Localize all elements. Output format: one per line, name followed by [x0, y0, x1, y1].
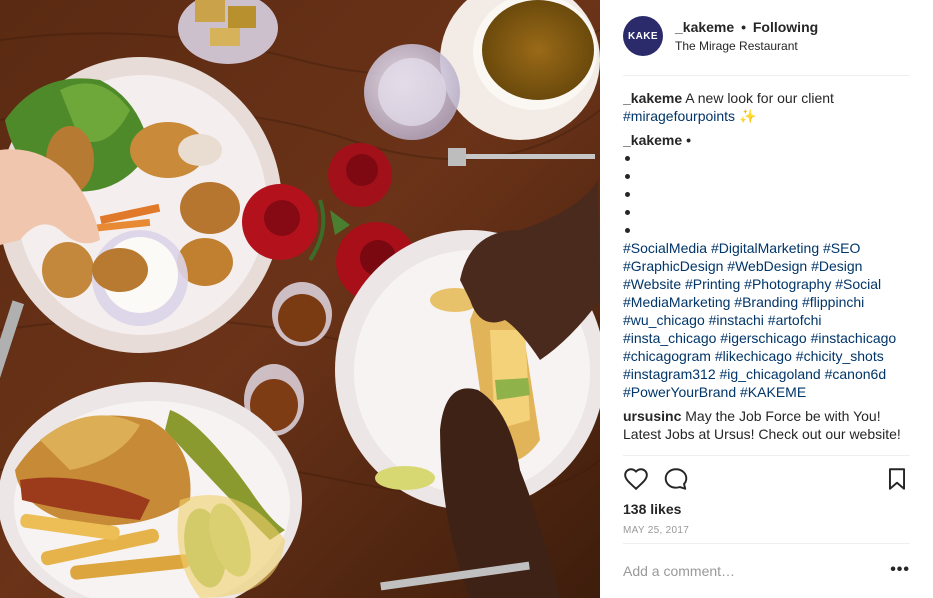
hashtag-link[interactable]: #igerschicago [720, 330, 806, 346]
header-title: _kakeme • Following [675, 19, 818, 35]
bullet-list [623, 149, 915, 239]
hashtag-link[interactable]: #instachicago [811, 330, 897, 346]
hashtag-link[interactable]: #ig_chicagoland [720, 366, 821, 382]
bookmark-icon[interactable] [884, 466, 910, 492]
hashtag-link[interactable]: #wu_chicago [623, 312, 705, 328]
bullet-item [623, 203, 915, 221]
hashtag-link[interactable]: #DigitalMarketing [711, 240, 819, 256]
hashtag-link[interactable]: #SEO [823, 240, 860, 256]
food-photo [0, 0, 600, 598]
header-separator: • [741, 19, 746, 35]
hashtag-link[interactable]: #Photography [744, 276, 831, 292]
comments-list[interactable]: _kakeme A new look for our client #mirag… [623, 89, 915, 455]
bullet-item [623, 185, 915, 203]
comment-input[interactable] [623, 561, 873, 581]
hashtag-link[interactable]: #instagram312 [623, 366, 716, 382]
hashtag-link[interactable]: #Branding [734, 294, 798, 310]
heart-icon[interactable] [623, 466, 649, 492]
comment-username[interactable]: ursusinc [623, 408, 681, 424]
comment-separator: • [686, 132, 691, 148]
hashtag-link[interactable]: #artofchi [768, 312, 822, 328]
hashtag-link[interactable]: #Website [623, 276, 681, 292]
hashtag-link[interactable]: #chicagogram [623, 348, 711, 364]
hashtag-link[interactable]: #canon6d [825, 366, 887, 382]
bullet-item [623, 221, 915, 239]
bullet-item [623, 167, 915, 185]
hashtag-link[interactable]: #insta_chicago [623, 330, 716, 346]
hashtag-link[interactable]: #flippinchi [802, 294, 864, 310]
post-side-panel: KAKE _kakeme • Following The Mirage Rest… [600, 0, 933, 598]
hashtag-link[interactable]: #SocialMedia [623, 240, 707, 256]
action-bar: 138 likes MAY 25, 2017 [623, 455, 910, 545]
add-comment-section: ••• [623, 543, 910, 598]
sparkles-icon: ✨ [738, 108, 757, 124]
hashtag-link[interactable]: #KAKEME [740, 384, 806, 400]
bullet-item [623, 149, 915, 167]
header-location[interactable]: The Mirage Restaurant [675, 39, 798, 53]
hashtag-list: #SocialMedia #DigitalMarketing #SEO #Gra… [623, 239, 915, 401]
likes-count[interactable]: 138 likes [623, 501, 681, 517]
post-header: KAKE _kakeme • Following The Mirage Rest… [623, 16, 910, 76]
caption: _kakeme A new look for our client #mirag… [623, 89, 915, 125]
caption-hashtag[interactable]: #miragefourpoints [623, 108, 735, 124]
hashtag-link[interactable]: #WebDesign [727, 258, 807, 274]
hashtag-link[interactable]: #likechicago [715, 348, 792, 364]
header-username[interactable]: _kakeme [675, 19, 734, 35]
hashtag-link[interactable]: #MediaMarketing [623, 294, 730, 310]
post-photo[interactable] [0, 0, 600, 598]
hashtag-link[interactable]: #Social [835, 276, 881, 292]
hashtag-link[interactable]: #GraphicDesign [623, 258, 723, 274]
hashtag-link[interactable]: #instachi [709, 312, 764, 328]
caption-text: A new look for our client [685, 90, 834, 106]
follow-status-button[interactable]: Following [753, 19, 818, 35]
hashtag-link[interactable]: #Printing [685, 276, 740, 292]
hashtag-link[interactable]: #PowerYourBrand [623, 384, 736, 400]
comment-item: ursusinc May the Job Force be with You! … [623, 407, 915, 443]
comment-username[interactable]: _kakeme [623, 132, 682, 148]
avatar[interactable]: KAKE [623, 16, 663, 56]
hashtag-link[interactable]: #chicity_shots [796, 348, 884, 364]
more-options-button[interactable]: ••• [890, 562, 910, 578]
caption-username[interactable]: _kakeme [623, 90, 682, 106]
comment-icon[interactable] [663, 466, 689, 492]
post-date: MAY 25, 2017 [623, 525, 690, 536]
hashtag-link[interactable]: #Design [811, 258, 862, 274]
comment-item: _kakeme • #SocialMedia #DigitalMarketing… [623, 131, 915, 401]
